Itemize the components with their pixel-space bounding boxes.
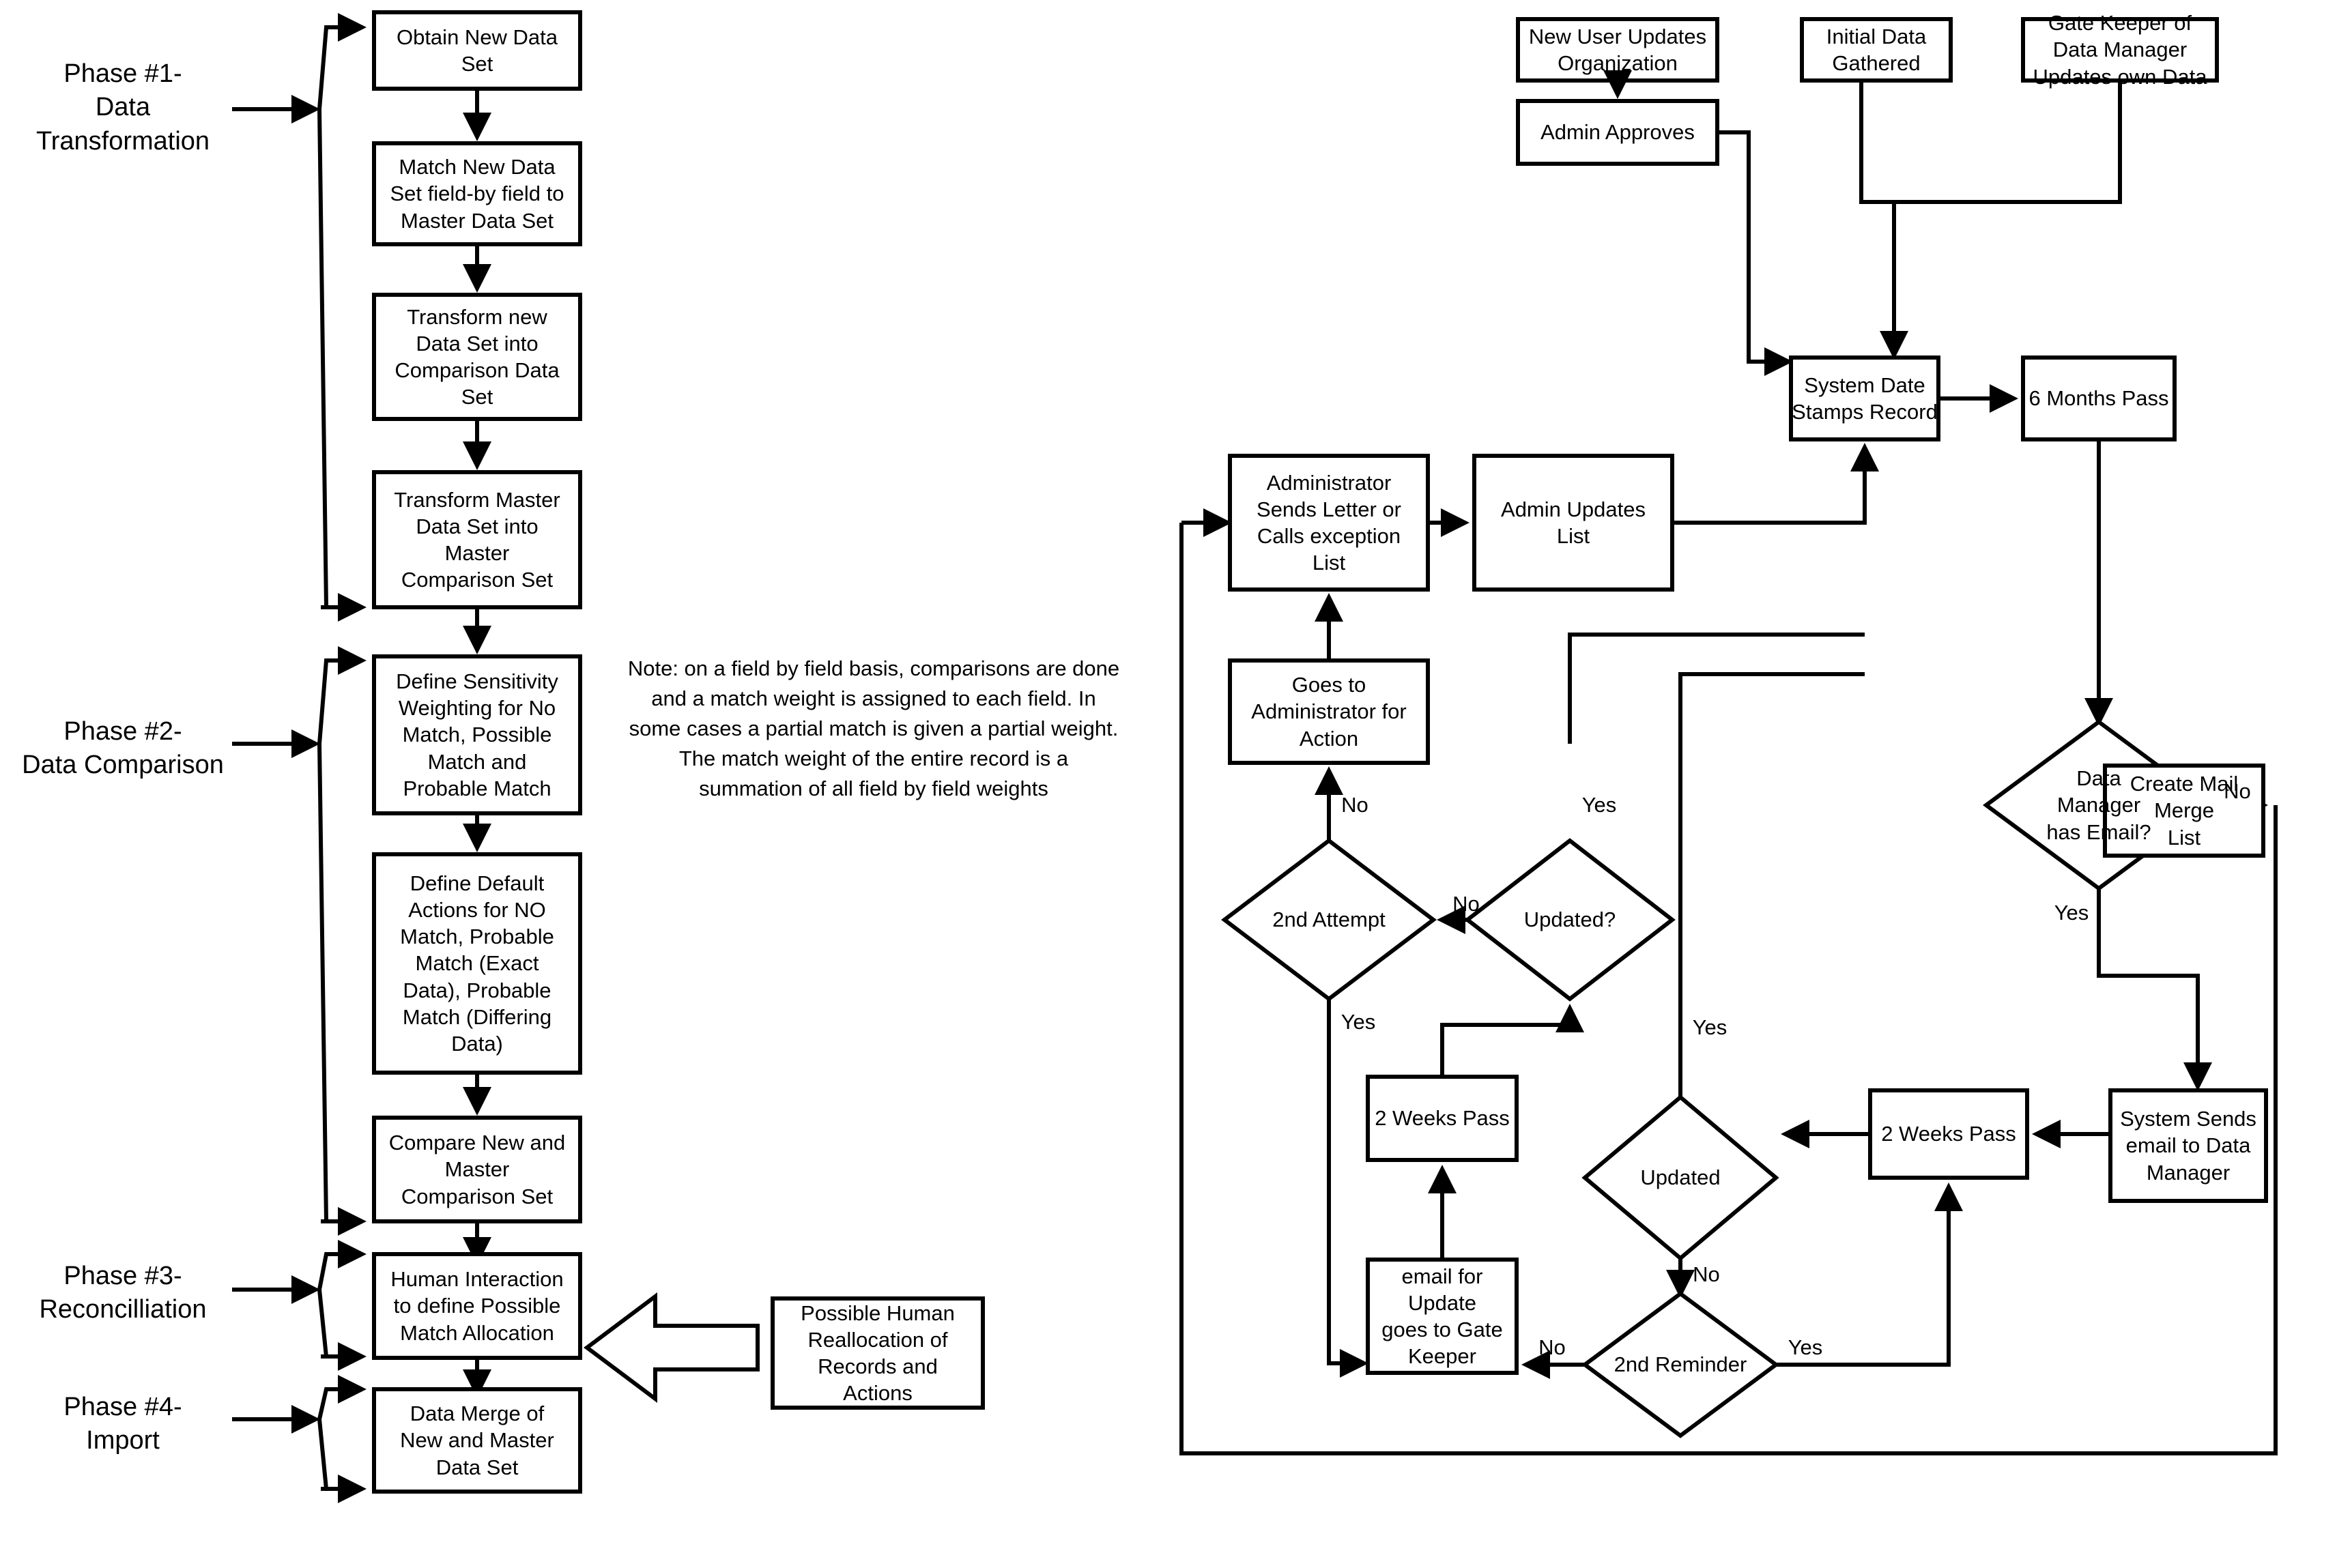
phase4-branch-top — [317, 1375, 367, 1420]
node-define-sensitivity-weighting — [372, 654, 582, 815]
node-define-default-actions — [372, 852, 582, 1075]
node-transform-master-data-set — [372, 470, 582, 609]
node-new-user-updates-organization — [1516, 17, 1719, 83]
node-obtain-new-data-set — [372, 10, 582, 91]
merge-initial-gatekeeper — [1859, 81, 2122, 204]
phase2-branch-top — [317, 646, 367, 744]
node-two-weeks-pass-right — [1868, 1088, 2029, 1180]
node-goes-to-administrator-for-action — [1228, 658, 1430, 765]
decision-updated-question — [1464, 838, 1676, 1002]
node-transform-new-data-set — [372, 293, 582, 421]
diagram-canvas — [232, 10, 2278, 1503]
flowchart-page: Phase #1- Data Transformation Phase #2- … — [0, 0, 2337, 1568]
phase1-branch-bottom-line — [317, 108, 362, 609]
node-compare-new-and-master — [372, 1116, 582, 1223]
arrow-second-reminder-yes-to-two-weeks-right — [1776, 1182, 1963, 1367]
updated-yes-riser — [1568, 633, 1865, 744]
arrow-second-attempt-yes-to-email-gate-keeper — [1327, 999, 1368, 1378]
arrow-data-manager-yes-to-system-sends-email — [2097, 888, 2212, 1091]
node-match-new-data-set — [372, 141, 582, 246]
decision-data-manager-has-email — [1982, 719, 2216, 891]
node-data-merge — [372, 1387, 582, 1494]
phase4-branch-bottom-line — [317, 1419, 362, 1491]
node-system-date-stamps-record — [1789, 355, 1940, 441]
node-administrator-sends-letter — [1228, 454, 1430, 592]
node-system-sends-email — [2108, 1088, 2268, 1203]
phase2-branch-bottom-line — [317, 743, 362, 1223]
decision-second-attempt — [1221, 838, 1437, 1002]
arrow-admin-updates-to-system-date-stamps — [1672, 443, 1879, 525]
node-admin-approves — [1516, 99, 1719, 166]
decision-second-reminder — [1581, 1291, 1780, 1438]
node-possible-human-reallocation — [771, 1296, 985, 1410]
arrow-admin-approves-to-system-date-stamps — [1717, 130, 1793, 376]
phase3-branch-bottom-line — [317, 1289, 362, 1359]
phase3-branch-top — [317, 1240, 367, 1290]
node-initial-data-gathered — [1800, 17, 1953, 83]
updated-yes-riser3 — [1678, 672, 1865, 1097]
node-two-weeks-pass-left — [1366, 1075, 1519, 1162]
arrow-two-weeks-left-to-updated-question — [1440, 1004, 1584, 1077]
node-email-for-update-goes-to-gate-keeper — [1366, 1258, 1519, 1375]
node-admin-updates-list — [1472, 454, 1674, 592]
node-gate-keeper-updates-own-data — [2021, 17, 2219, 83]
phase1-branch-top — [317, 13, 367, 110]
possible-human-reallocation-arrow — [584, 1292, 760, 1403]
node-six-months-pass — [2021, 355, 2177, 441]
node-human-interaction — [372, 1252, 582, 1360]
decision-updated — [1581, 1094, 1779, 1261]
